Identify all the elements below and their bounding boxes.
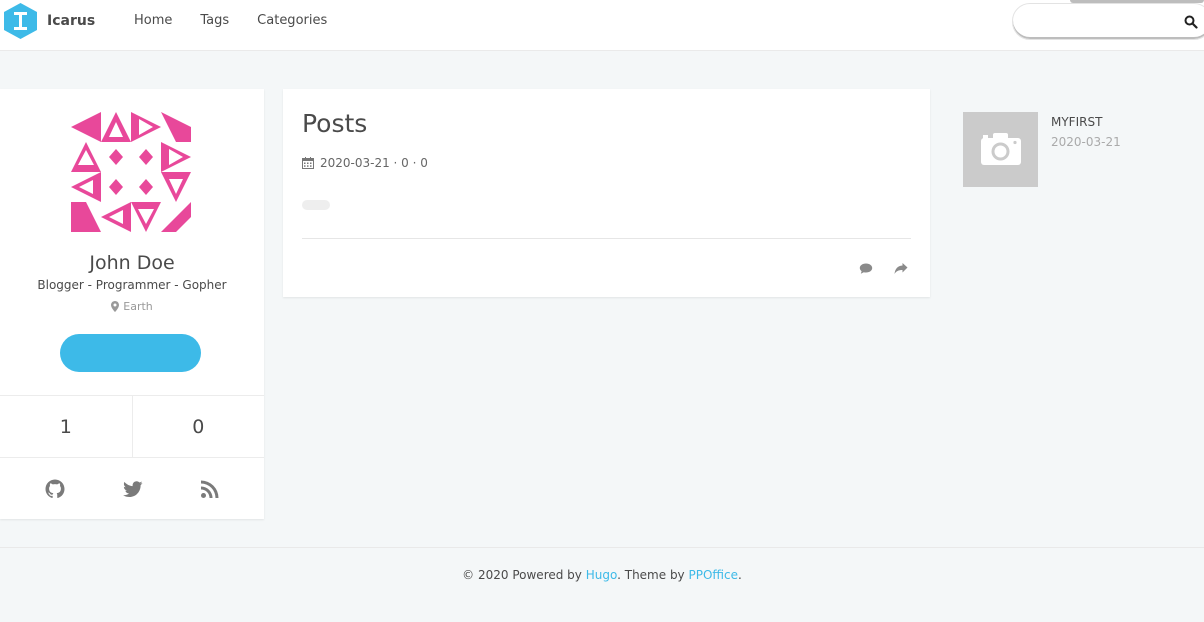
profile-bio: Blogger - Programmer - Gopher: [37, 278, 227, 292]
search-box: [1012, 3, 1204, 40]
page-title[interactable]: Posts: [302, 109, 367, 138]
post-tag[interactable]: [302, 200, 330, 210]
footer-suffix: .: [737, 568, 742, 582]
recent-post-thumbnail[interactable]: [963, 112, 1038, 187]
post-meta: 2020-03-21 · 0 · 0: [302, 156, 428, 170]
ppoffice-link[interactable]: PPOffice: [688, 568, 738, 582]
profile-card: John Doe Blogger - Programmer - Gopher E…: [0, 89, 264, 519]
recent-post-title[interactable]: MYFIRST: [1051, 115, 1102, 129]
comment-icon[interactable]: [859, 262, 873, 275]
follow-button[interactable]: [60, 334, 201, 372]
twitter-icon[interactable]: [123, 479, 143, 499]
stat-categories[interactable]: 0: [131, 396, 265, 457]
stat-posts[interactable]: 1: [0, 396, 132, 457]
map-marker-icon: [111, 301, 120, 312]
nav-categories[interactable]: Categories: [257, 12, 327, 29]
brand-name: Icarus: [47, 13, 96, 29]
nav-tags[interactable]: Tags: [200, 12, 229, 29]
footer: © 2020 Powered by Hugo. Theme by PPOffic…: [0, 568, 1204, 582]
search-input[interactable]: [1027, 13, 1177, 31]
calendar-icon: [302, 157, 314, 169]
post-meta-text: 2020-03-21 · 0 · 0: [320, 156, 428, 170]
brand-logo[interactable]: Icarus: [4, 3, 95, 39]
divider: [302, 238, 911, 239]
avatar: [71, 112, 191, 232]
footer-divider: [0, 547, 1204, 548]
hugo-link[interactable]: Hugo: [586, 568, 617, 582]
share-icon[interactable]: [894, 262, 908, 275]
nav-home[interactable]: Home: [134, 12, 172, 29]
footer-middle: . Theme by: [617, 568, 689, 582]
camera-icon: [981, 133, 1021, 165]
github-icon[interactable]: [45, 479, 65, 499]
rss-icon[interactable]: [200, 479, 220, 499]
icarus-logo-icon: [4, 3, 37, 39]
main-nav: Home Tags Categories: [134, 12, 355, 29]
search-icon[interactable]: [1184, 15, 1198, 29]
social-links: [0, 458, 264, 519]
footer-prefix: © 2020 Powered by: [462, 568, 586, 582]
profile-stats: 1 0: [0, 395, 264, 458]
post-card: Posts 2020-03-21 · 0 · 0: [283, 89, 930, 297]
location-text: Earth: [123, 300, 153, 313]
profile-name: John Doe: [89, 252, 175, 274]
profile-location: Earth: [0, 300, 264, 313]
recent-post-date: 2020-03-21: [1051, 135, 1121, 149]
